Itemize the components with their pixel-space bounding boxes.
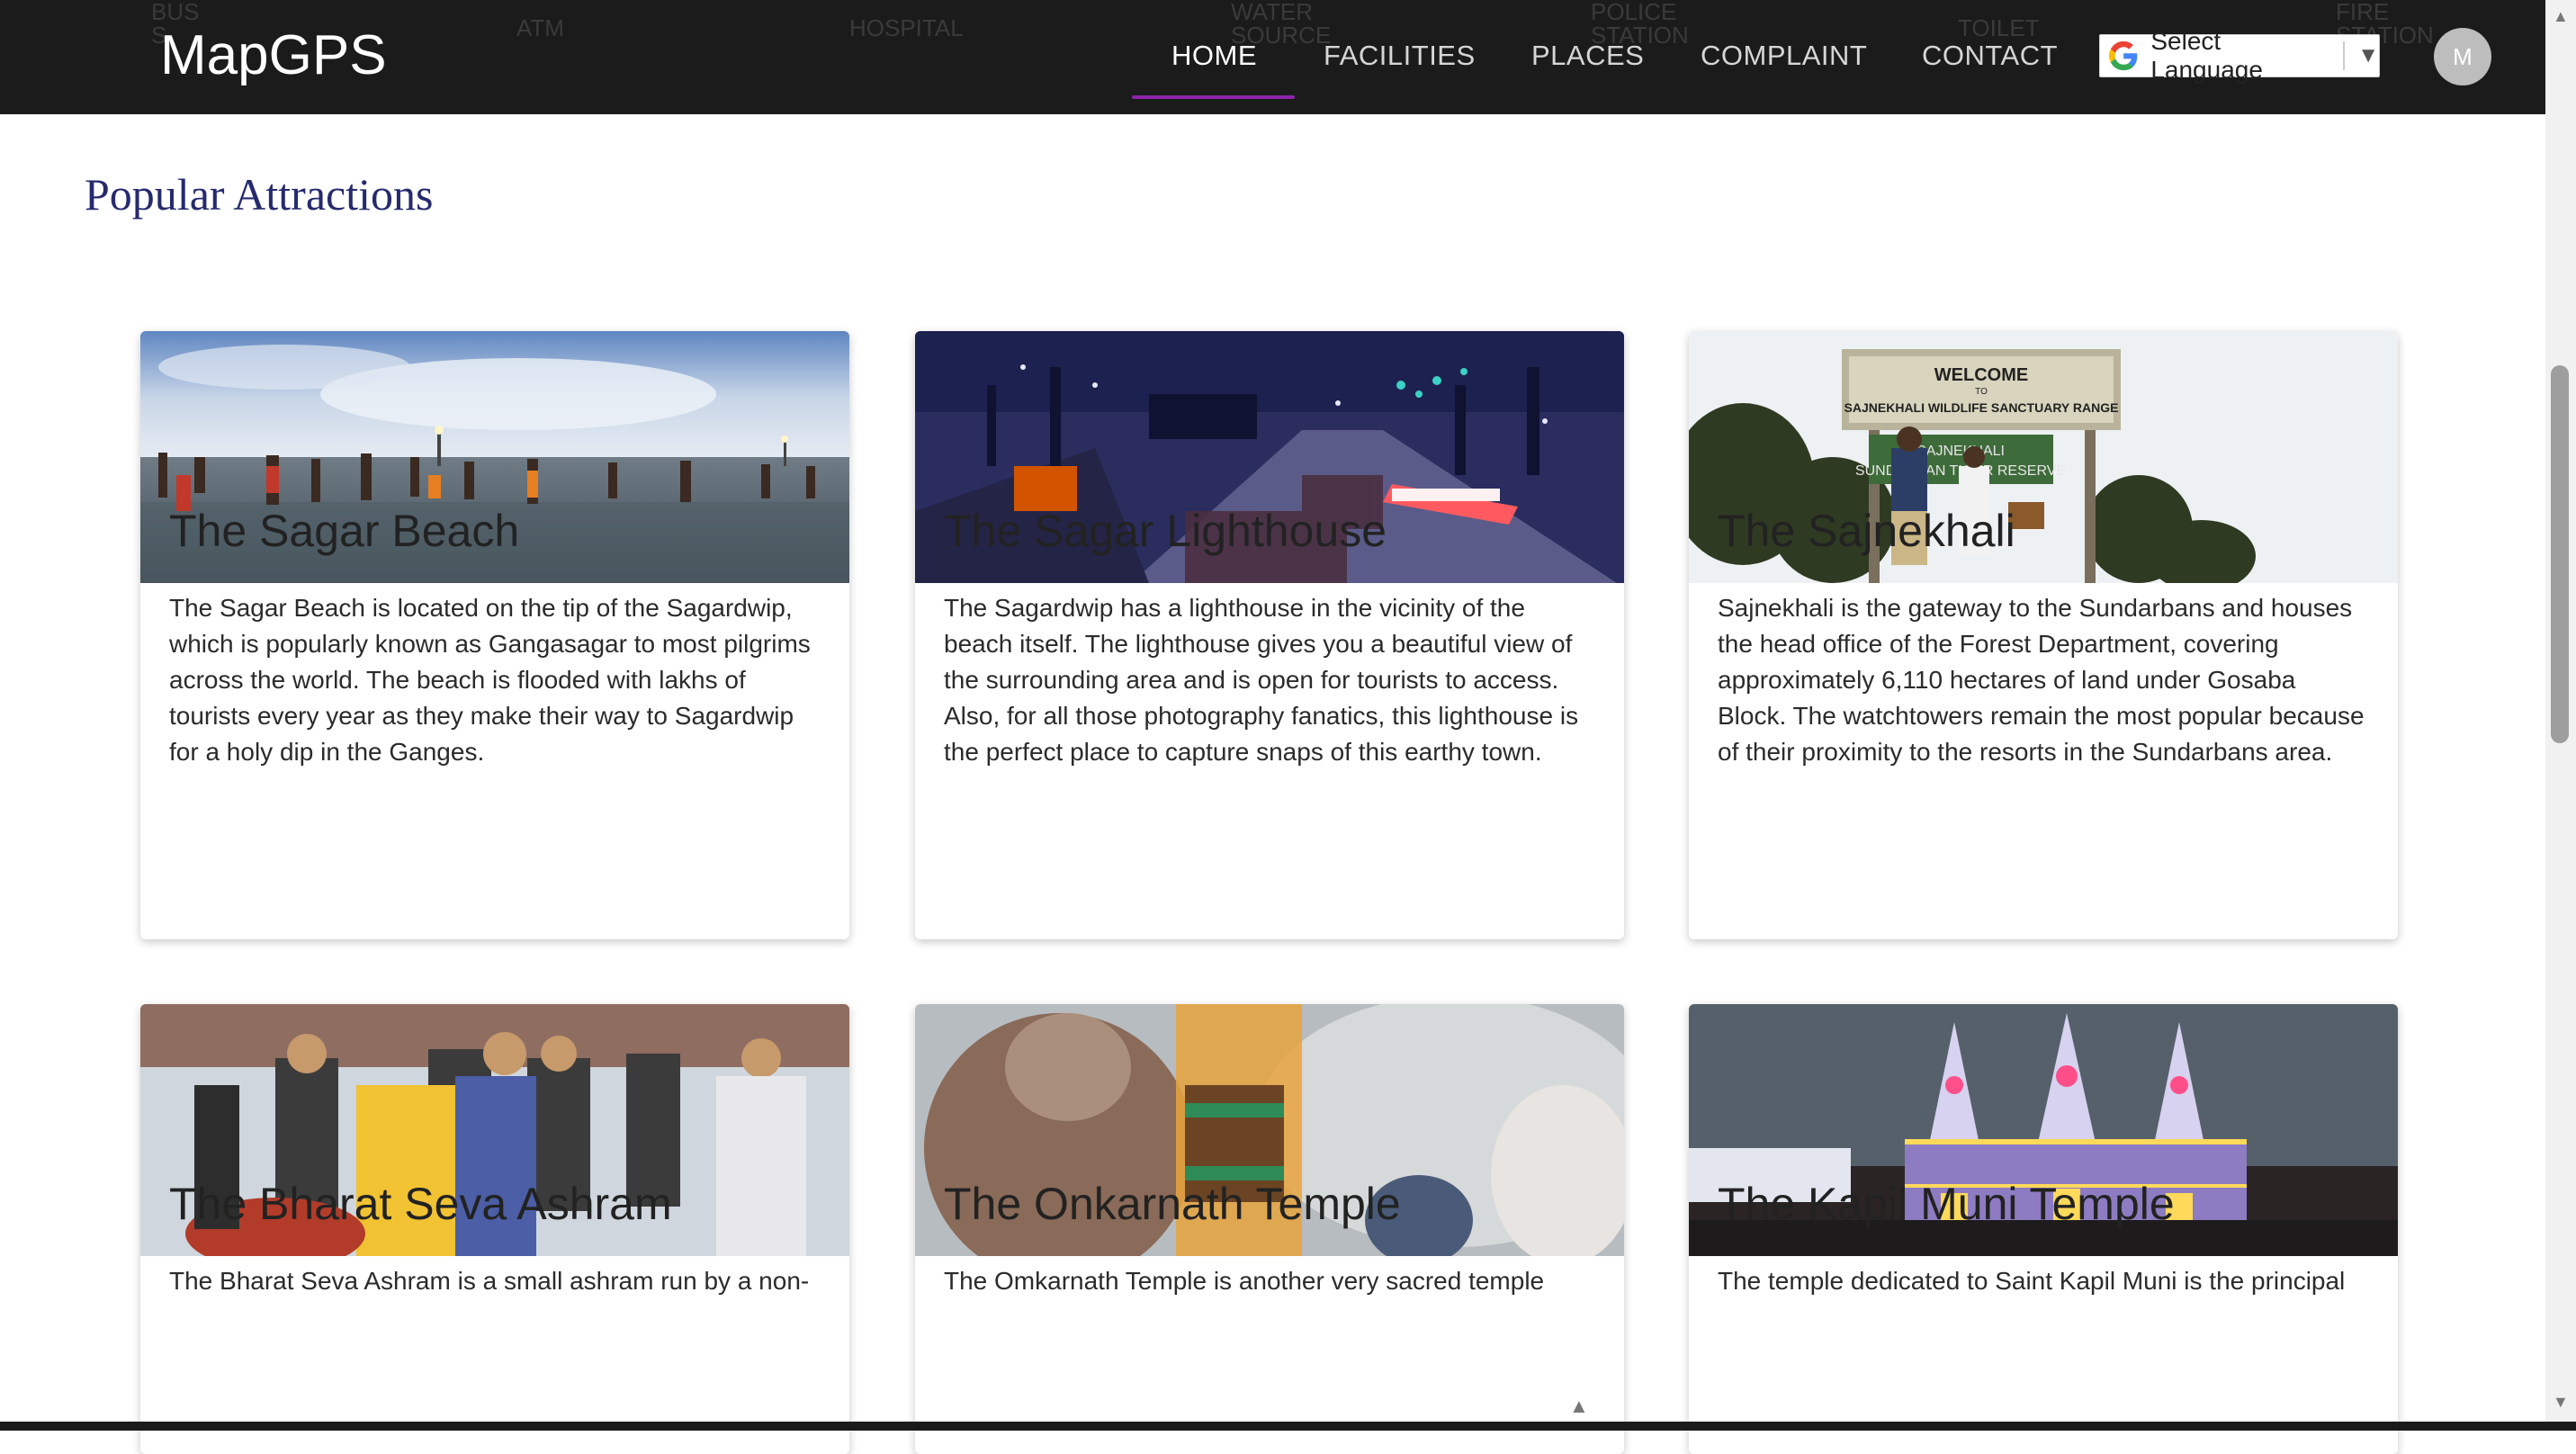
card-description: The Bharat Seva Ashram is a small ashram… (169, 1267, 810, 1295)
scroll-up-icon[interactable]: ▲ (2553, 7, 2569, 25)
attraction-card[interactable]: The Kapil Muni Temple The temple dedicat… (1689, 1004, 2398, 1454)
language-select-divider (2343, 41, 2346, 70)
attraction-card[interactable]: The Sagar Lighthouse The Sagardwip has a… (915, 331, 1624, 939)
card-title: The Bharat Seva Ashram (169, 1179, 672, 1229)
attraction-card[interactable]: The Bharat Seva Ashram The Bharat Seva A… (140, 1004, 849, 1454)
bottom-edge-bar (0, 1422, 2576, 1431)
nav-places[interactable]: PLACES (1531, 36, 1644, 76)
brand-logo[interactable]: MapGPS (160, 24, 387, 87)
active-nav-underline (1132, 95, 1295, 99)
vertical-scrollbar[interactable]: ▲ ▼ (2545, 0, 2576, 1431)
nav-complaint[interactable]: COMPLAINT (1701, 36, 1867, 76)
card-title: The Sajnekhali (1718, 506, 2015, 556)
card-title: The Kapil Muni Temple (1718, 1179, 2175, 1229)
attraction-card[interactable]: WELCOME TO SAJNEKHALI WILDLIFE SANCTUARY… (1689, 331, 2398, 939)
card-title: The Sagar Lighthouse (944, 506, 1387, 556)
dropdown-arrow-icon: ▼ (2357, 43, 2379, 67)
sign-sajnekhali: SAJNEKHALI (1916, 444, 2005, 459)
scroll-down-icon[interactable]: ▼ (2553, 1393, 2569, 1411)
card-description: The Sagardwip has a lighthouse in the vi… (944, 594, 1579, 766)
back-to-top-icon[interactable]: ▲ (1569, 1395, 1589, 1418)
section-title: Popular Attractions (85, 169, 434, 220)
user-avatar[interactable]: M (2434, 28, 2491, 85)
nav-home[interactable]: HOME (1171, 36, 1257, 76)
card-description: The temple dedicated to Saint Kapil Muni… (1718, 1267, 2346, 1295)
card-description: The Sagar Beach is located on the tip of… (169, 594, 811, 766)
card-title: The Sagar Beach (169, 506, 520, 556)
scroll-thumb[interactable] (2551, 365, 2569, 743)
ghost-facility-label: ATM (516, 14, 564, 41)
card-description: Sajnekhali is the gateway to the Sundarb… (1718, 594, 2365, 766)
sign-range: SAJNEKHALI WILDLIFE SANCTUARY RANGE (1844, 400, 2119, 415)
nav-facilities[interactable]: FACILITIES (1324, 36, 1476, 76)
sign-to: TO (1975, 387, 1988, 397)
language-select[interactable]: Select Language ▼ (2099, 27, 2380, 84)
ghost-facility-label: HOSPITAL (849, 14, 964, 41)
google-icon (2109, 40, 2138, 71)
top-navbar: BUS S ATM HOSPITAL WATER SOURCE POLICE S… (0, 0, 2545, 114)
card-description: The Omkarnath Temple is another very sac… (944, 1267, 1545, 1295)
nav-contact[interactable]: CONTACT (1922, 36, 2058, 76)
attraction-card[interactable]: The Onkarnath Temple The Omkarnath Templ… (915, 1004, 1624, 1454)
sign-welcome: WELCOME (1934, 365, 2028, 385)
language-select-label: Select Language (2150, 27, 2263, 84)
card-title: The Onkarnath Temple (944, 1179, 1401, 1229)
attraction-card[interactable]: The Sagar Beach The Sagar Beach is locat… (140, 331, 849, 939)
